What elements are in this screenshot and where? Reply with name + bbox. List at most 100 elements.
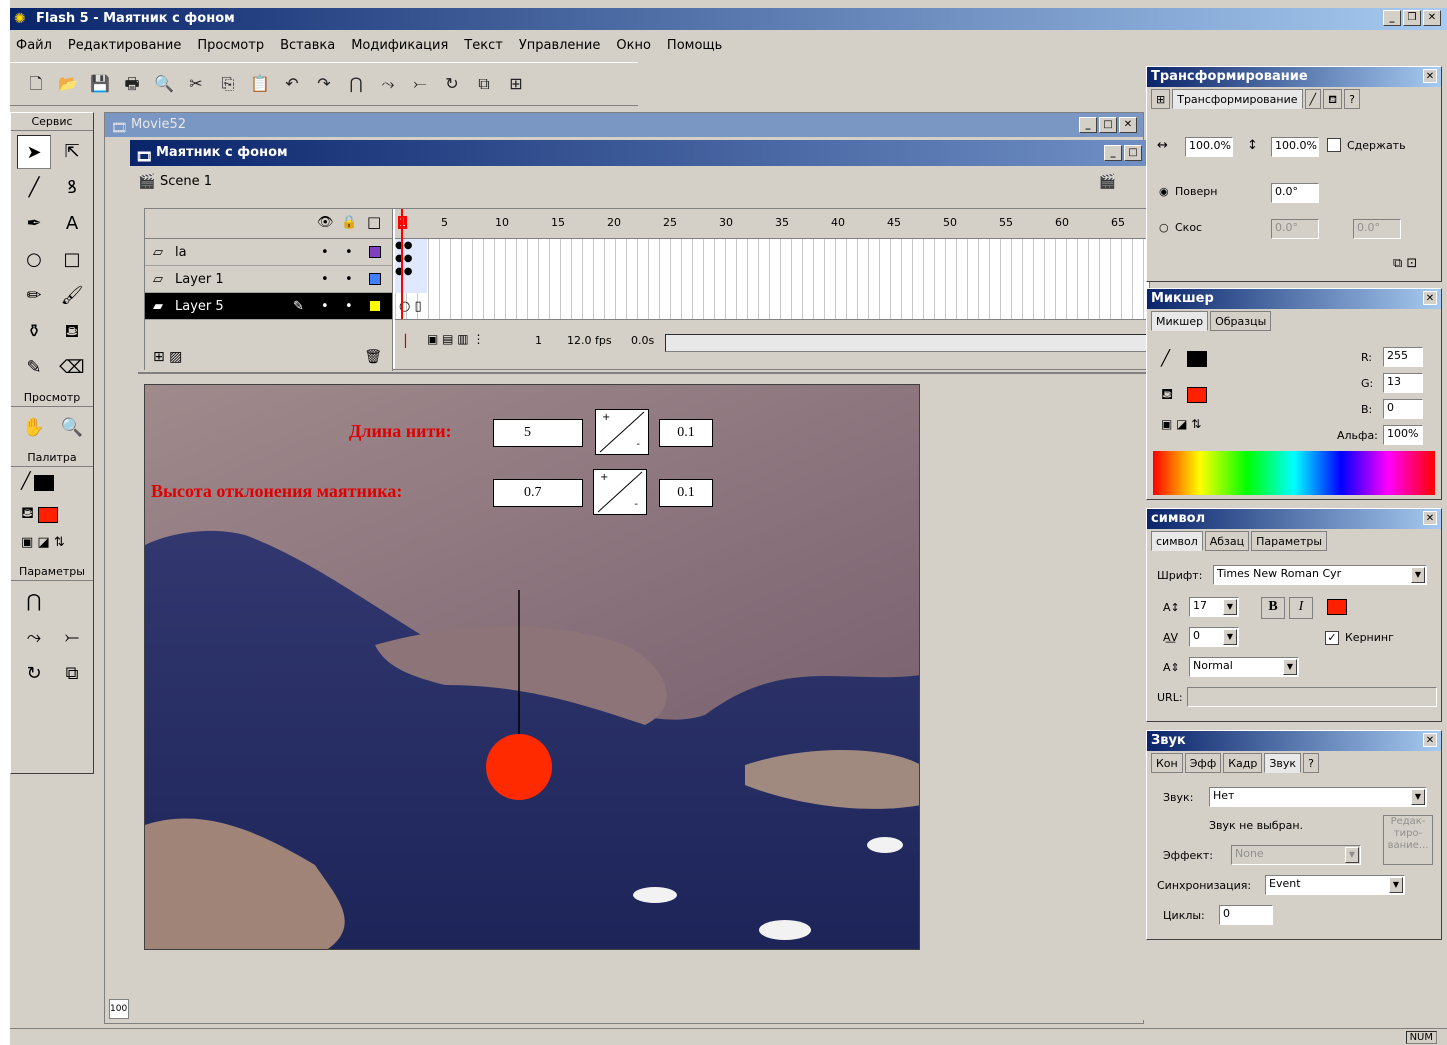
skew-radio[interactable]: ○: [1159, 219, 1169, 237]
fill-tab-icon[interactable]: ⛾: [1323, 89, 1343, 109]
align-icon[interactable]: ⊞: [504, 72, 528, 96]
snap-magnet-icon[interactable]: ⋂: [344, 72, 368, 96]
show-hide-all-icon[interactable]: 👁: [317, 215, 334, 230]
straighten-option-icon[interactable]: ⤚: [55, 621, 89, 655]
panel-close-icon[interactable]: ✕: [1423, 291, 1437, 305]
edit-sound-button[interactable]: Редак-тиро-вание...: [1383, 815, 1433, 865]
rectangle-tool-icon[interactable]: □: [55, 243, 89, 277]
info-tab-icon[interactable]: ⊞: [1151, 89, 1171, 109]
dropper-tool-icon[interactable]: ✎: [17, 351, 51, 385]
scale-icon[interactable]: ⧉: [472, 72, 496, 96]
b-input[interactable]: 0: [1383, 399, 1423, 419]
layer-outline-color[interactable]: [369, 246, 381, 258]
lock-all-icon[interactable]: 🔒: [341, 215, 357, 230]
redo-icon[interactable]: ↷: [312, 72, 336, 96]
stage-canvas[interactable]: Длина нити: 5 + - 0.1 Высота отклонения …: [144, 384, 920, 950]
panel-close-icon[interactable]: ✕: [1423, 69, 1437, 83]
movie-maximize-button[interactable]: □: [1099, 117, 1117, 133]
center-frame-icon[interactable]: ▏: [405, 334, 414, 348]
onion-skin-icons[interactable]: ▣ ▤ ▥ ⋮: [427, 332, 484, 346]
color-swap-icons[interactable]: ▣ ◪ ⇅: [21, 535, 83, 559]
cut-icon[interactable]: ✂: [184, 72, 208, 96]
stroke-color-row[interactable]: ╱: [21, 471, 83, 503]
baseline-select[interactable]: Normal ▼: [1189, 657, 1299, 677]
copy-icon[interactable]: ⎘: [216, 72, 240, 96]
menu-insert[interactable]: Вставка: [280, 34, 335, 58]
lasso-tool-icon[interactable]: ꝸ: [55, 171, 89, 205]
kerning-checkbox[interactable]: ✓: [1325, 631, 1339, 645]
height-input[interactable]: 0.7: [493, 479, 583, 507]
pencil-tool-icon[interactable]: ✏: [17, 279, 51, 313]
menu-file[interactable]: Файл: [16, 34, 52, 58]
help-icon[interactable]: ?: [1344, 89, 1360, 109]
movie-minimize-button[interactable]: _: [1079, 117, 1097, 133]
eraser-tool-icon[interactable]: ⌫: [55, 351, 89, 385]
new-icon[interactable]: 🗋: [24, 72, 48, 96]
tab-frame[interactable]: Кадр: [1223, 753, 1263, 773]
tab-character[interactable]: символ: [1151, 531, 1203, 551]
stroke-color-swatch[interactable]: [34, 474, 55, 491]
color-spectrum[interactable]: [1153, 451, 1435, 495]
font-size-input[interactable]: 17 ▼: [1189, 597, 1239, 617]
brush-tool-icon[interactable]: 🖌: [55, 279, 89, 313]
mixer-swap-icons[interactable]: ▣ ◪ ⇅: [1161, 415, 1201, 433]
smooth-icon[interactable]: ⤳: [376, 72, 400, 96]
constrain-checkbox[interactable]: [1327, 138, 1341, 152]
print-preview-icon[interactable]: 🔍: [152, 72, 176, 96]
text-color-swatch[interactable]: [1327, 599, 1347, 615]
width-scale-input[interactable]: 100.0%: [1185, 137, 1233, 157]
menu-view[interactable]: Просмотр: [197, 34, 264, 58]
scale-option-icon[interactable]: ⧉: [55, 657, 89, 691]
layer-visible-dot[interactable]: •: [321, 266, 329, 293]
r-input[interactable]: 255: [1383, 347, 1423, 367]
smooth-option-icon[interactable]: ⤳: [17, 621, 51, 655]
sound-select[interactable]: Нет ▼: [1209, 787, 1427, 807]
subselect-tool-icon[interactable]: ⇱: [55, 135, 89, 169]
layer-row[interactable]: ▱ la • •: [145, 239, 392, 266]
mixer-fill-swatch[interactable]: [1187, 387, 1207, 403]
movie-zoom-field[interactable]: 100: [109, 999, 129, 1019]
skew-v-input[interactable]: 0.0°: [1353, 219, 1401, 239]
layer-lock-dot[interactable]: •: [345, 293, 353, 320]
tab-sound[interactable]: Звук: [1264, 753, 1302, 773]
mixer-stroke-swatch[interactable]: [1187, 351, 1207, 367]
font-select[interactable]: Times New Roman Cyr ▼: [1213, 565, 1427, 585]
oval-tool-icon[interactable]: ○: [17, 243, 51, 277]
fill-color-row[interactable]: ⛾: [21, 503, 83, 535]
layer-lock-dot[interactable]: •: [345, 266, 353, 293]
doc-maximize-button[interactable]: □: [1124, 145, 1142, 161]
scene-name[interactable]: Scene 1: [160, 174, 212, 189]
tab-mixer[interactable]: Микшер: [1151, 311, 1209, 331]
italic-button[interactable]: I: [1289, 597, 1313, 619]
effect-select[interactable]: None ▼: [1231, 845, 1361, 865]
height-scale-input[interactable]: 100.0%: [1271, 137, 1319, 157]
movie-close-button[interactable]: ✕: [1119, 117, 1137, 133]
delete-layer-icon[interactable]: 🗑: [364, 349, 382, 365]
alpha-input[interactable]: 100%: [1383, 425, 1423, 445]
minimize-button[interactable]: _: [1383, 10, 1401, 26]
straighten-icon[interactable]: ⤚: [408, 72, 432, 96]
outline-all-icon[interactable]: □: [367, 213, 381, 231]
menu-control[interactable]: Управление: [519, 34, 601, 58]
panel-close-icon[interactable]: ✕: [1423, 511, 1437, 525]
panel-close-icon[interactable]: ✕: [1423, 733, 1437, 747]
layer-lock-dot[interactable]: •: [345, 239, 353, 266]
loops-input[interactable]: 0: [1219, 905, 1273, 925]
menu-modify[interactable]: Модификация: [351, 34, 448, 58]
close-button[interactable]: ✕: [1423, 10, 1441, 26]
save-icon[interactable]: 💾: [88, 72, 112, 96]
url-input[interactable]: [1187, 687, 1437, 707]
layer-row[interactable]: ▱ Layer 1 • •: [145, 266, 392, 293]
undo-icon[interactable]: ↶: [280, 72, 304, 96]
layer-visible-dot[interactable]: •: [321, 239, 329, 266]
hand-tool-icon[interactable]: ✋: [17, 411, 51, 445]
layer-outline-color[interactable]: [369, 273, 381, 285]
copy-transform-icon[interactable]: ⧉ ⊡: [1393, 255, 1417, 273]
tracking-input[interactable]: 0 ▼: [1189, 627, 1239, 647]
text-tool-icon[interactable]: A: [55, 207, 89, 241]
keyframe-layer5[interactable]: ○ ▯: [395, 293, 427, 321]
playhead[interactable]: [401, 209, 403, 321]
sync-select[interactable]: Event ▼: [1265, 875, 1405, 895]
tab-swatches[interactable]: Образцы: [1210, 311, 1272, 331]
menu-edit[interactable]: Редактирование: [68, 34, 181, 58]
